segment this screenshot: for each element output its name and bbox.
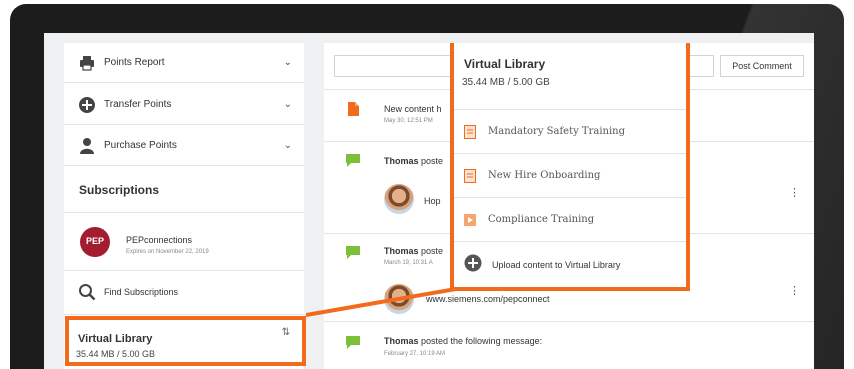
subscription-item[interactable]: PEP PEPconnections Expires on November 2… — [64, 213, 304, 271]
message-icon — [346, 336, 360, 349]
menu-transfer-points[interactable]: Transfer Points ⌄ — [64, 85, 304, 125]
user-icon — [80, 137, 94, 154]
chevron-down-icon[interactable]: ⌄ — [284, 99, 292, 110]
reply-text: Hop — [424, 196, 441, 206]
callout-connector — [306, 287, 456, 317]
feed-item-text: Thomas poste — [384, 246, 443, 256]
upload-label: Upload content to Virtual Library — [492, 260, 621, 270]
more-options-icon[interactable]: ⋮ — [789, 284, 800, 297]
pep-logo: PEP — [80, 227, 110, 257]
video-icon — [464, 214, 476, 226]
message-text: poste — [418, 246, 444, 256]
subscriptions-title: Subscriptions — [79, 183, 160, 197]
subscription-expiry: Expires on November 22, 2019 — [126, 249, 209, 255]
message-icon — [346, 246, 360, 259]
chevron-down-icon[interactable]: ⌄ — [284, 57, 292, 68]
find-subscriptions[interactable]: Find Subscriptions — [64, 271, 304, 315]
feed-item-date: May 30, 12:51 PM — [384, 118, 433, 124]
menu-label: Transfer Points — [104, 99, 172, 110]
chevron-down-icon[interactable]: ⌄ — [284, 140, 292, 151]
popup-size: 35.44 MB / 5.00 GB — [462, 77, 550, 88]
find-subscriptions-label: Find Subscriptions — [104, 287, 179, 297]
feed-item-text: Thomas poste — [384, 156, 443, 166]
menu-points-report[interactable]: Points Report ⌄ — [64, 43, 304, 83]
menu-label: Purchase Points — [104, 140, 177, 151]
plus-circle-icon — [79, 96, 95, 113]
library-item[interactable]: New Hire Onboarding — [454, 153, 686, 197]
author-name: Thomas — [384, 336, 419, 346]
more-options-icon[interactable]: ⋮ — [789, 186, 800, 199]
feed-item-text: Thomas posted the following message: — [384, 336, 542, 346]
document-icon — [348, 102, 359, 116]
message-text: posted the following message: — [418, 336, 543, 346]
subscriptions-heading: Subscriptions — [64, 167, 304, 213]
feed-item-text: New content h — [384, 104, 442, 114]
library-item-label: Compliance Training — [488, 214, 595, 225]
search-icon — [79, 284, 96, 301]
printer-icon — [80, 55, 94, 71]
virtual-library-popup: Virtual Library 35.44 MB / 5.00 GB Manda… — [450, 43, 690, 291]
menu-label: Points Report — [104, 57, 165, 68]
library-item[interactable]: Mandatory Safety Training — [454, 109, 686, 153]
feed-item-date: February 27, 10:19 AM — [384, 351, 446, 357]
virtual-library-highlight — [65, 316, 306, 366]
message-icon — [346, 154, 360, 167]
post-comment-button[interactable]: Post Comment — [720, 55, 804, 77]
upload-content-button[interactable]: Upload content to Virtual Library — [454, 241, 686, 287]
author-name: Thomas — [384, 156, 419, 166]
document-icon — [464, 125, 476, 139]
screen: Points Report ⌄ Transfer Points ⌄ Purcha… — [44, 33, 814, 369]
popup-title: Virtual Library — [464, 57, 546, 71]
subscription-name: PEPconnections — [126, 235, 193, 245]
document-icon — [464, 169, 476, 183]
avatar — [384, 184, 414, 214]
library-item-label: Mandatory Safety Training — [488, 126, 626, 137]
library-item-label: New Hire Onboarding — [488, 170, 601, 181]
feed-item-date: March 19, 10:31 A — [384, 260, 433, 266]
author-name: Thomas — [384, 246, 419, 256]
menu-purchase-points[interactable]: Purchase Points ⌄ — [64, 126, 304, 166]
message-text: poste — [418, 156, 444, 166]
library-item[interactable]: Compliance Training — [454, 197, 686, 241]
plus-circle-icon — [464, 254, 482, 272]
